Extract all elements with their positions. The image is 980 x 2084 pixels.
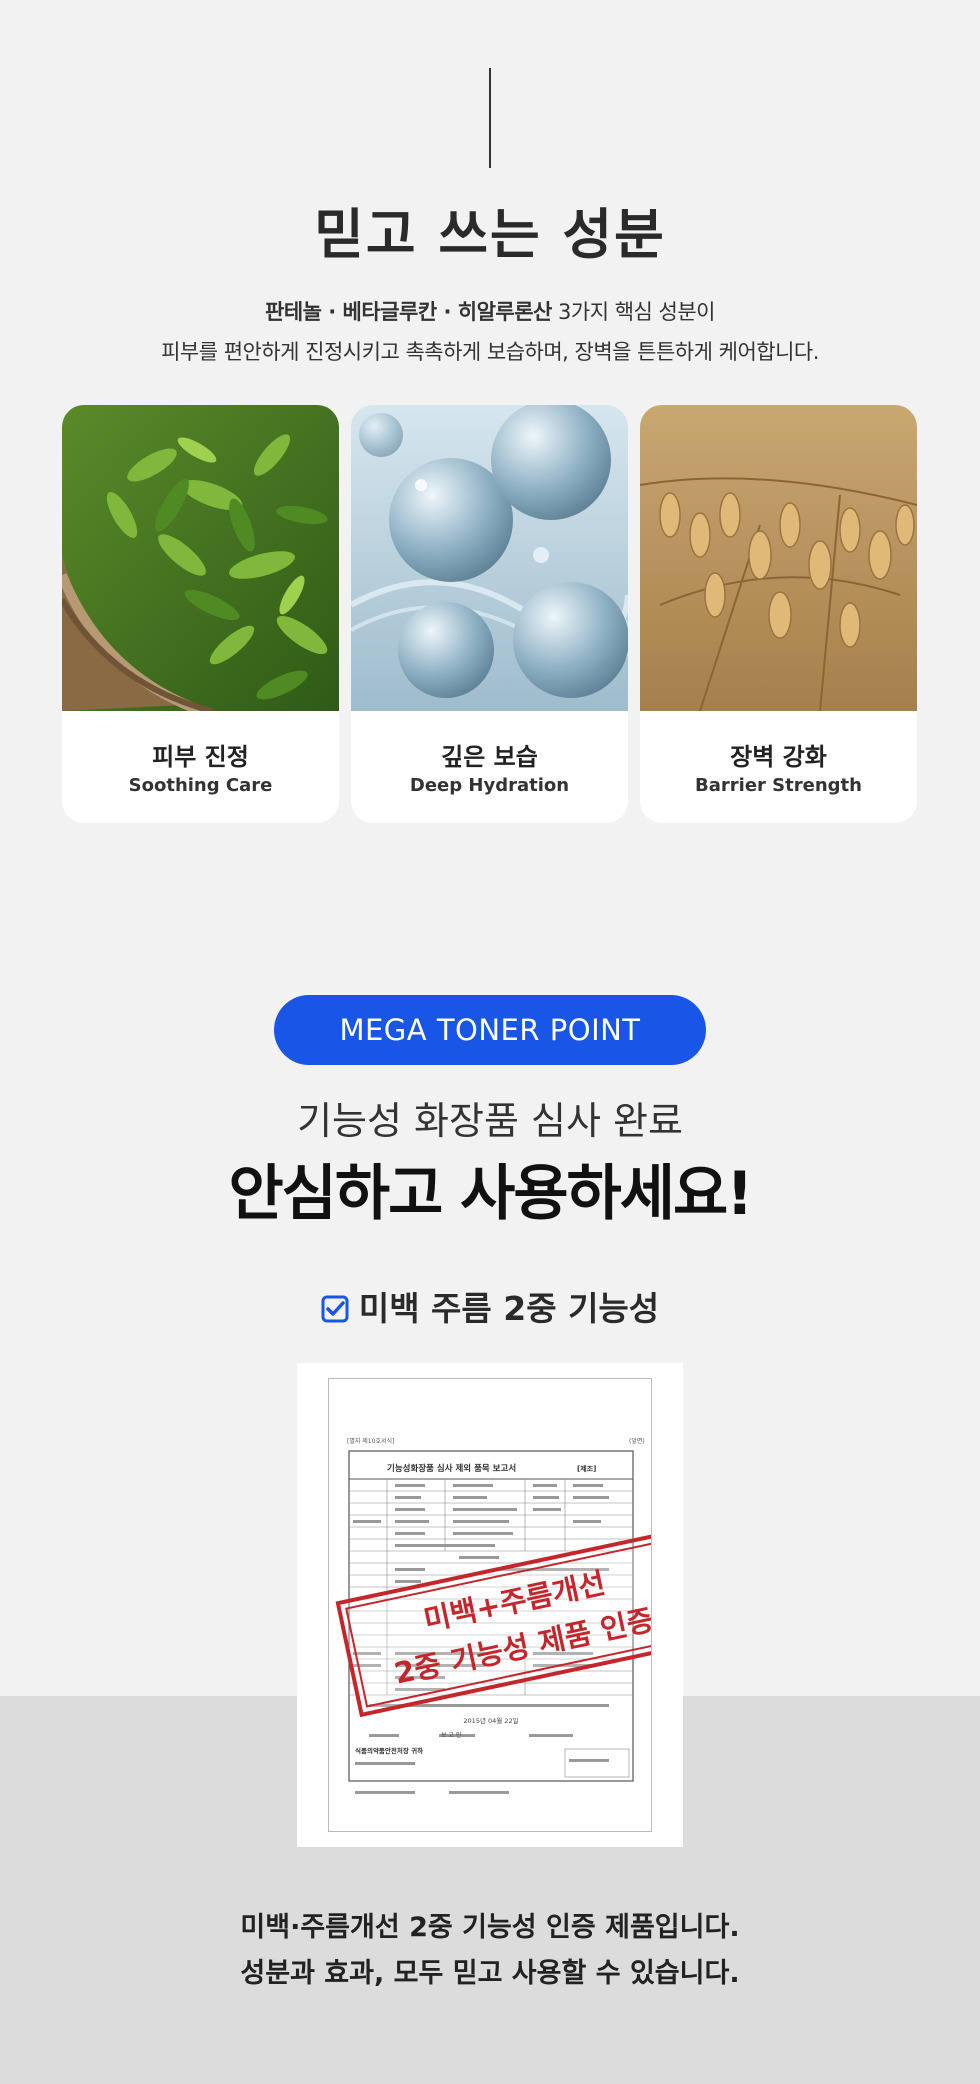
checkbox-checked-icon: [321, 1292, 349, 1323]
closing-message: 미백·주름개선 2중 기능성 인증 제품입니다. 성분과 효과, 모두 믿고 사…: [0, 1905, 980, 1997]
intro-ingredient-names: 판테놀 · 베타글루칸 · 히알루론산: [265, 300, 552, 324]
functional-label: 미백 주름 2중 기능성: [0, 1282, 980, 1330]
ingredients-title: 믿고 쓰는 성분: [314, 203, 666, 266]
card-title-ko: 피부 진정: [152, 743, 249, 771]
ingredient-card-hydration: 깊은 보습 Deep Hydration: [351, 405, 628, 823]
review-complete-subtitle: 기능성 화장품 심사 완료: [297, 1099, 683, 1143]
doc-header-left: [별지 제10호서식]: [347, 1437, 394, 1445]
intro-line1-rest: 3가지 핵심 성분이: [551, 300, 715, 324]
ingredient-cards: 피부 진정 Soothing Care 깊은 보습 Deep Hydration…: [62, 405, 918, 823]
card-title-ko: 장벽 강화: [730, 743, 827, 771]
ingredient-card-barrier: 장벽 강화 Barrier Strength: [640, 405, 917, 823]
intro-line2: 피부를 편안하게 진정시키고 촉촉하게 보습하며, 장벽을 튼튼하게 케어합니다…: [161, 340, 819, 364]
certificate-document-frame: [별지 제10호서식] (앞면) 기능성화장품 심사 제외 품목 보고서 [제조…: [297, 1363, 683, 1847]
functional-label-text: 미백 주름 2중 기능성: [358, 1289, 660, 1328]
hydration-bubbles-image: [351, 405, 628, 711]
doc-header-right: (앞면): [629, 1437, 645, 1445]
mega-toner-point-badge: MEGA TONER POINT: [274, 995, 706, 1065]
green-tea-leaves-image: [62, 405, 339, 711]
doc-agency: 식품의약품안전처장 귀하: [355, 1746, 423, 1755]
card-title-en: Soothing Care: [128, 775, 273, 796]
top-divider-line: [489, 68, 491, 168]
certificate-document: [별지 제10호서식] (앞면) 기능성화장품 심사 제외 품목 보고서 [제조…: [328, 1378, 652, 1832]
doc-title-tag: [제조]: [577, 1464, 596, 1473]
doc-date: 2015년 04월 22일: [463, 1716, 518, 1725]
card-title-ko: 깊은 보습: [441, 743, 538, 771]
doc-signer: 보 고 인: [441, 1732, 461, 1739]
ingredients-intro: 판테놀 · 베타글루칸 · 히알루론산 3가지 핵심 성분이 피부를 편안하게 …: [0, 292, 980, 372]
doc-title: 기능성화장품 심사 제외 품목 보고서: [387, 1463, 516, 1474]
oat-grain-image: [640, 405, 917, 711]
card-title-en: Deep Hydration: [409, 775, 570, 796]
ingredient-card-soothing: 피부 진정 Soothing Care: [62, 405, 339, 823]
card-title-en: Barrier Strength: [695, 775, 862, 796]
closing-line1: 미백·주름개선 2중 기능성 인증 제품입니다.: [240, 1912, 740, 1943]
use-safely-headline: 안심하고 사용하세요!: [228, 1159, 753, 1229]
closing-line2: 성분과 효과, 모두 믿고 사용할 수 있습니다.: [240, 1958, 740, 1989]
